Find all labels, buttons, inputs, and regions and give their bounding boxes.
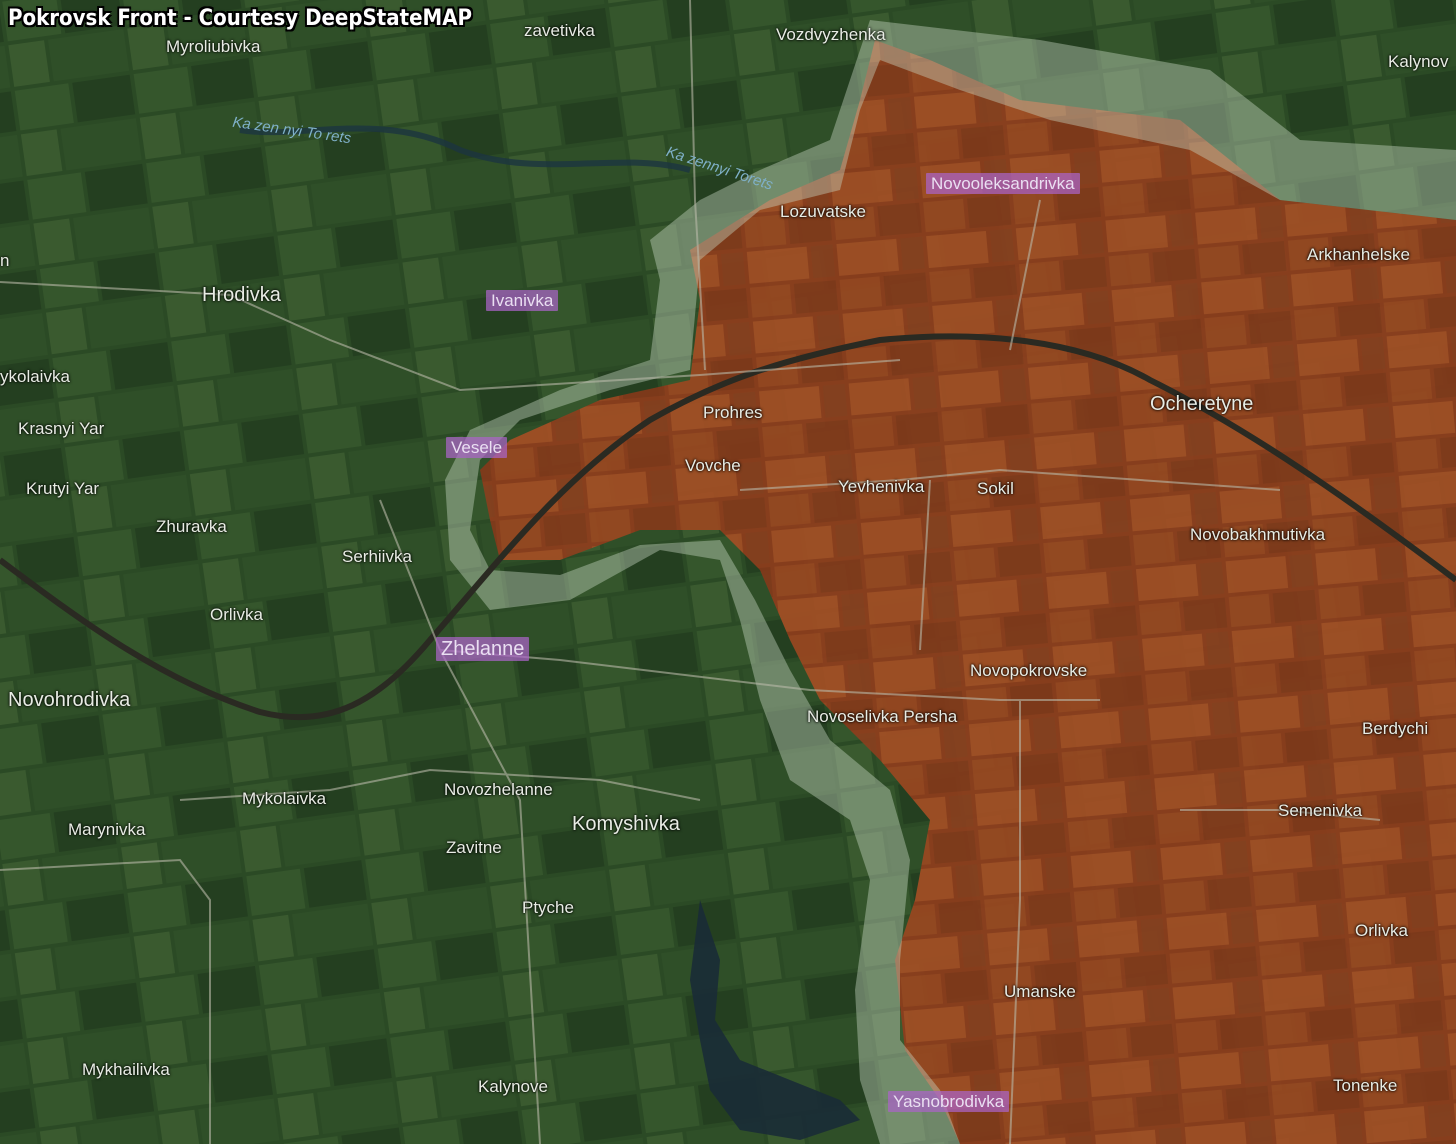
place-prohres[interactable]: Prohres <box>703 404 763 421</box>
place-arkhanhelske[interactable]: Arkhanhelske <box>1307 246 1410 263</box>
place-ivanivka[interactable]: Ivanivka <box>486 290 559 311</box>
place-novooleksandrivka[interactable]: Novooleksandrivka <box>926 173 1080 194</box>
place-novobakhmutivka[interactable]: Novobakhmutivka <box>1190 526 1325 543</box>
place-lozuvatske[interactable]: Lozuvatske <box>780 203 866 220</box>
place-umanske[interactable]: Umanske <box>1004 983 1076 1000</box>
place-zavetivka[interactable]: zavetivka <box>524 22 595 39</box>
place-mykhailivka[interactable]: Mykhailivka <box>82 1061 170 1078</box>
place-novozhelanne[interactable]: Novozhelanne <box>444 781 553 798</box>
place-myroliubivka[interactable]: Myroliubivka <box>166 38 260 55</box>
place-novohrodivka[interactable]: Novohrodivka <box>8 690 130 710</box>
place-yasnobrodivka[interactable]: Yasnobrodivka <box>888 1091 1010 1112</box>
place-vovche[interactable]: Vovche <box>685 457 741 474</box>
place-kalynove[interactable]: Kalynove <box>478 1078 548 1095</box>
place-tonenke[interactable]: Tonenke <box>1333 1077 1397 1094</box>
place-mykolaivka[interactable]: Mykolaivka <box>242 790 326 807</box>
place-mykolaivka-left[interactable]: ykolaivka <box>0 368 70 385</box>
place-sokil[interactable]: Sokil <box>977 480 1014 497</box>
place-vozdvyzhenka[interactable]: Vozdvyzhenka <box>776 26 886 43</box>
place-berdychi[interactable]: Berdychi <box>1362 720 1428 737</box>
place-zhuravka[interactable]: Zhuravka <box>156 518 227 535</box>
map-title: Pokrovsk Front - Courtesy DeepStateMAP <box>8 6 473 31</box>
place-edge-left: n <box>0 251 10 270</box>
place-krutyi-yar[interactable]: Krutyi Yar <box>26 480 99 497</box>
place-krasnyi-yar[interactable]: Krasnyi Yar <box>18 420 104 437</box>
place-zavitne[interactable]: Zavitne <box>446 839 502 856</box>
place-semenivka[interactable]: Semenivka <box>1278 802 1362 819</box>
place-serhiivka[interactable]: Serhiivka <box>342 548 412 565</box>
place-novopokrovske[interactable]: Novopokrovske <box>970 662 1087 679</box>
place-hrodivka[interactable]: Hrodivka <box>202 285 281 305</box>
place-kalynove-top[interactable]: Kalynov <box>1388 53 1448 70</box>
place-yevhenivka[interactable]: Yevhenivka <box>838 478 924 495</box>
place-orlivka-right[interactable]: Orlivka <box>1355 922 1408 939</box>
place-marynivka[interactable]: Marynivka <box>68 821 145 838</box>
place-komyshivka[interactable]: Komyshivka <box>572 814 680 834</box>
place-orlivka-left[interactable]: Orlivka <box>210 606 263 623</box>
place-vesele[interactable]: Vesele <box>446 437 508 458</box>
place-ptyche[interactable]: Ptyche <box>522 899 574 916</box>
place-ocheretyne[interactable]: Ocheretyne <box>1150 394 1253 414</box>
place-zhelanne[interactable]: Zhelanne <box>436 637 530 661</box>
place-novoselivka-persha[interactable]: Novoselivka Persha <box>807 708 957 725</box>
